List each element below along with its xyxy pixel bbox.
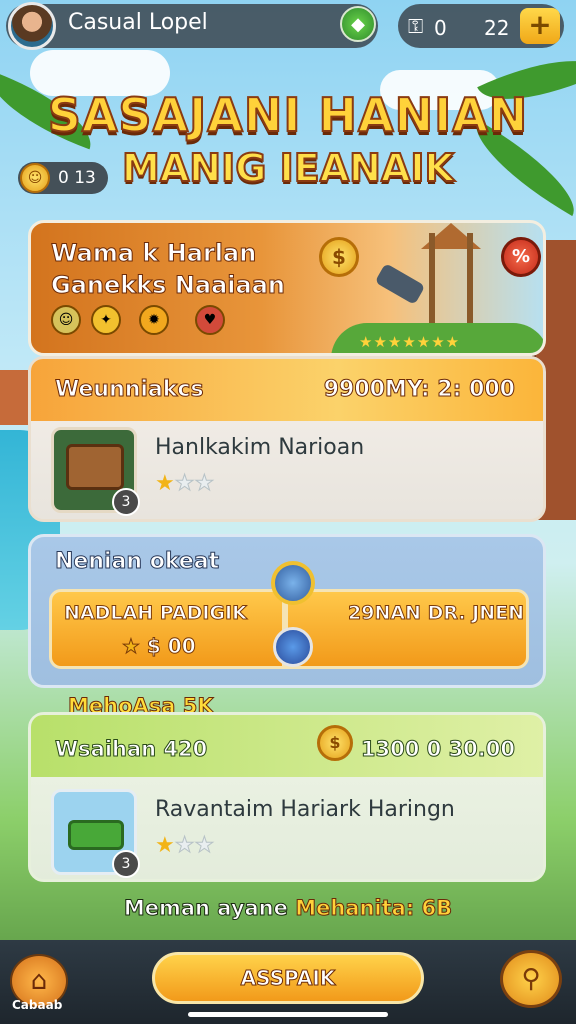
star-icon: ★ (122, 634, 141, 659)
reward-panel[interactable]: Wsaihan 420 $ 1300 0 30.00 3 Ravantaim H… (28, 712, 546, 882)
coin-icon: ☺ (20, 163, 50, 193)
medal-icon: ✹ (139, 305, 169, 335)
discount-badge[interactable]: % (501, 237, 541, 277)
deal-title: 29NAN DR. JNEN (347, 602, 525, 625)
panel-header: Weunniakcs 9900MY: 2: 000 (31, 359, 543, 421)
star-icon: ★ (155, 833, 175, 858)
list-item[interactable]: 3 Hanlkakim Narioan ★★★ (31, 421, 543, 521)
cannon (374, 262, 426, 306)
coin-icon: $ (317, 725, 353, 761)
hut (0, 370, 28, 425)
level-badge: 3 (112, 488, 140, 516)
panel-value: 9900MY: 2: 000 (323, 377, 515, 403)
medal-icon: ✦ (91, 305, 121, 335)
currency-b-value: 22 (484, 16, 510, 40)
star-rating: ★★★ (155, 833, 215, 859)
home-indicator (188, 1012, 388, 1017)
panel-label: Nenian okeat (54, 549, 220, 575)
coin-counter: ☺ 0 13 (18, 162, 108, 194)
level-badge: 3 (112, 850, 140, 878)
player-name: Casual Lopel (68, 10, 208, 35)
star-icon: ★ (194, 471, 215, 497)
item-name: Hanlkakim Narioan (155, 435, 365, 460)
item-name: Ravantaim Hariark Haringn (155, 797, 455, 822)
offer-panel[interactable]: Weunniakcs 9900MY: 2: 000 3 Hanlkakim Na… (28, 356, 546, 522)
home-label: Cabaab (12, 998, 63, 1012)
gem-icon (271, 561, 315, 605)
crate (68, 820, 124, 850)
coin-counter-value: 0 13 (58, 168, 96, 188)
chest (66, 444, 124, 490)
deal-title: NADLAH PADIGIK (64, 602, 248, 625)
bonus-label: Meman ayane (123, 896, 288, 921)
main-action-button[interactable]: ASSPAIK (152, 952, 424, 1004)
currency-bar: ⚿ 0 22 + (398, 4, 564, 48)
crate-icon: 3 (51, 789, 140, 878)
page-title: SASAJANI HANIAN (47, 87, 529, 143)
bonus-highlight: Mehanita: 6B (295, 896, 453, 921)
watchtower (429, 233, 473, 323)
panel-header: Wsaihan 420 $ 1300 0 30.00 (31, 715, 543, 777)
star-icon: ★ (194, 833, 215, 859)
star-icon: ★ (155, 471, 175, 496)
chest-icon: 3 (51, 427, 140, 516)
deal-right-button[interactable]: 29NAN DR. JNEN (285, 589, 529, 669)
plus-button[interactable]: + (520, 8, 560, 44)
key-icon: ⚿ (408, 14, 424, 38)
deal-price: ★ $ 00 (122, 634, 197, 659)
bonus-text: Meman ayane Mehanita: 6B (0, 896, 576, 921)
medal-icon: ☺ (51, 305, 81, 335)
banner-subtitle: Ganekks Naaiaan (51, 271, 286, 300)
medal-icon: ♥ (195, 305, 225, 335)
gem-icon (273, 627, 313, 667)
gem-icon[interactable]: ◆ (340, 6, 376, 42)
panel-value: 1300 0 30.00 (360, 737, 515, 762)
currency-a-value: 0 (434, 16, 447, 40)
deal-panel: Nenian okeat NADLAH PADIGIK ★ $ 00 29NAN… (28, 534, 546, 688)
avatar[interactable] (8, 2, 56, 50)
deal-left-button[interactable]: NADLAH PADIGIK ★ $ 00 (49, 589, 285, 669)
banner-stars: ★★★★★★★ (359, 333, 461, 351)
star-icon: ★ (174, 471, 195, 497)
coin-icon: $ (319, 237, 359, 277)
search-icon[interactable]: ⚲ (500, 950, 562, 1008)
deal-price-value: $ 00 (146, 634, 196, 659)
panel-label: Wsaihan 420 (54, 737, 208, 762)
banner-title: Wama k Harlan (50, 239, 257, 268)
star-icon: ★ (174, 833, 195, 859)
star-rating: ★★★ (155, 471, 215, 497)
panel-label: Weunniakcs (55, 377, 205, 403)
event-banner[interactable]: Wama k Harlan Ganekks Naaiaan ☺ ✦ ✹ ♥ $ … (28, 220, 546, 356)
